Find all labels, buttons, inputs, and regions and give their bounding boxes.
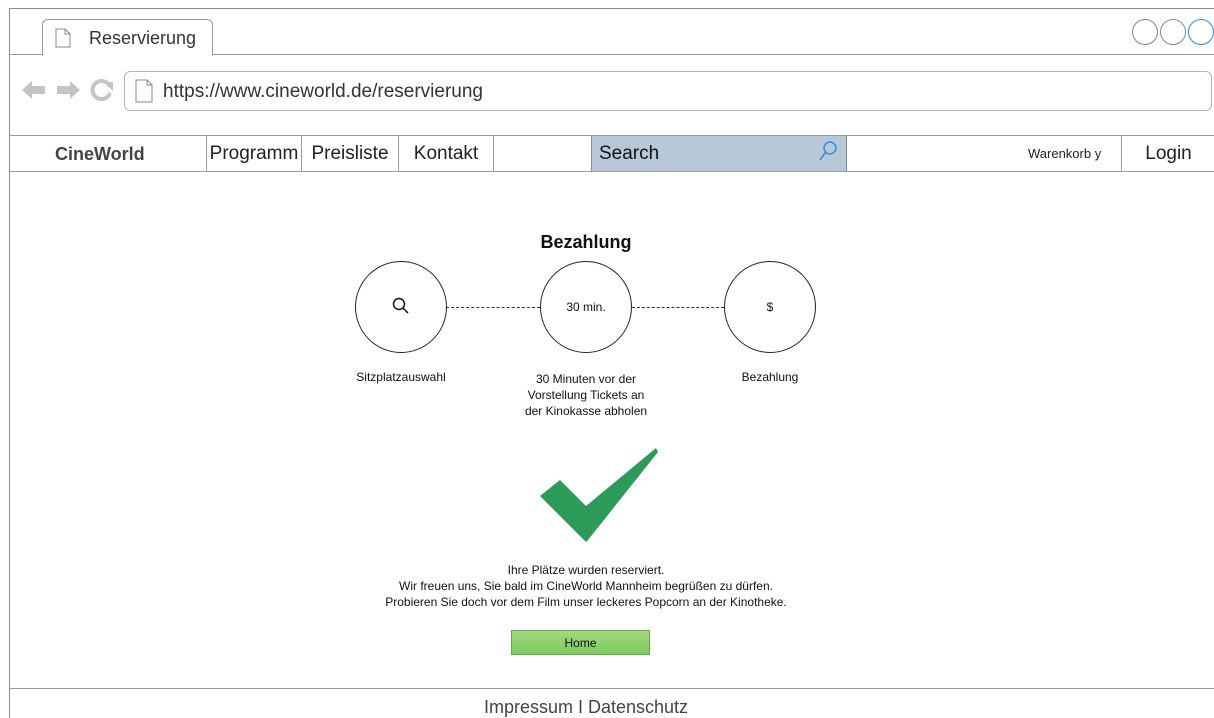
nav-item-preisliste[interactable]: Preisliste	[301, 136, 398, 171]
search-placeholder: Search	[599, 143, 660, 164]
search-icon	[391, 296, 411, 319]
tab-strip: Reservierung	[10, 9, 1214, 56]
tab-title: Reservierung	[89, 28, 197, 48]
step-circle-text: 30 min.	[566, 300, 606, 314]
window-minimize-button[interactable]	[1132, 19, 1158, 45]
url-bar[interactable]: https://www.cineworld.de/reservierung	[124, 71, 1212, 111]
page-title: Bezahlung	[540, 232, 632, 252]
search-icon[interactable]	[818, 140, 838, 169]
reload-icon[interactable]	[90, 78, 114, 107]
dollar-icon: $	[766, 300, 774, 314]
message-line: Probieren Sie doch vor dem Film unser le…	[385, 595, 787, 609]
cart-link[interactable]: Warenkorb y	[1028, 146, 1101, 161]
home-button[interactable]: Home	[511, 630, 650, 655]
site-navigation: CineWorld Programm Preisliste Kontakt Se…	[10, 135, 1214, 172]
step-label-seat-selection: Sitzplatzauswahl	[356, 370, 446, 384]
message-line: Wir freuen uns, Sie bald im CineWorld Ma…	[399, 579, 773, 593]
page-icon	[55, 28, 71, 53]
step-label-line: 30 Minuten vor der	[535, 372, 637, 386]
address-bar-row: https://www.cineworld.de/reservierung	[10, 56, 1214, 134]
step-seat-selection	[355, 261, 447, 353]
step-label-line: Vorstellung Tickets an	[527, 388, 645, 402]
browser-window: Reservierung https://www.cineworld.de/re…	[9, 8, 1214, 718]
window-controls	[1132, 19, 1214, 45]
back-arrow-icon[interactable]	[22, 81, 46, 104]
checkmark-icon	[540, 448, 658, 547]
site-logo[interactable]: CineWorld	[55, 144, 145, 165]
step-connector	[446, 307, 540, 308]
confirmation-message: Ihre Plätze wurden reserviert. Wir freue…	[10, 562, 1162, 610]
window-maximize-button[interactable]	[1160, 19, 1186, 45]
window-close-button[interactable]	[1188, 19, 1214, 45]
browser-tab[interactable]: Reservierung	[42, 19, 213, 56]
step-pickup-time: 30 min.	[540, 261, 632, 353]
nav-item-kontakt[interactable]: Kontakt	[398, 136, 494, 171]
step-connector	[632, 307, 724, 308]
step-payment: $	[724, 261, 816, 353]
footer: Impressum I Datenschutz	[10, 688, 1214, 718]
search-input[interactable]: Search	[591, 136, 847, 171]
step-label-pickup: 30 Minuten vor der Vorstellung Tickets a…	[506, 371, 666, 419]
step-label-line: der Kinokasse abholen	[524, 404, 648, 418]
url-text: https://www.cineworld.de/reservierung	[163, 81, 483, 102]
nav-item-programm[interactable]: Programm	[206, 136, 301, 171]
login-button[interactable]: Login	[1121, 136, 1214, 171]
footer-links[interactable]: Impressum I Datenschutz	[10, 697, 1162, 718]
message-line: Ihre Plätze wurden reserviert.	[507, 563, 665, 577]
step-label-payment: Bezahlung	[741, 370, 799, 384]
page-icon	[135, 79, 153, 108]
forward-arrow-icon[interactable]	[56, 81, 80, 104]
